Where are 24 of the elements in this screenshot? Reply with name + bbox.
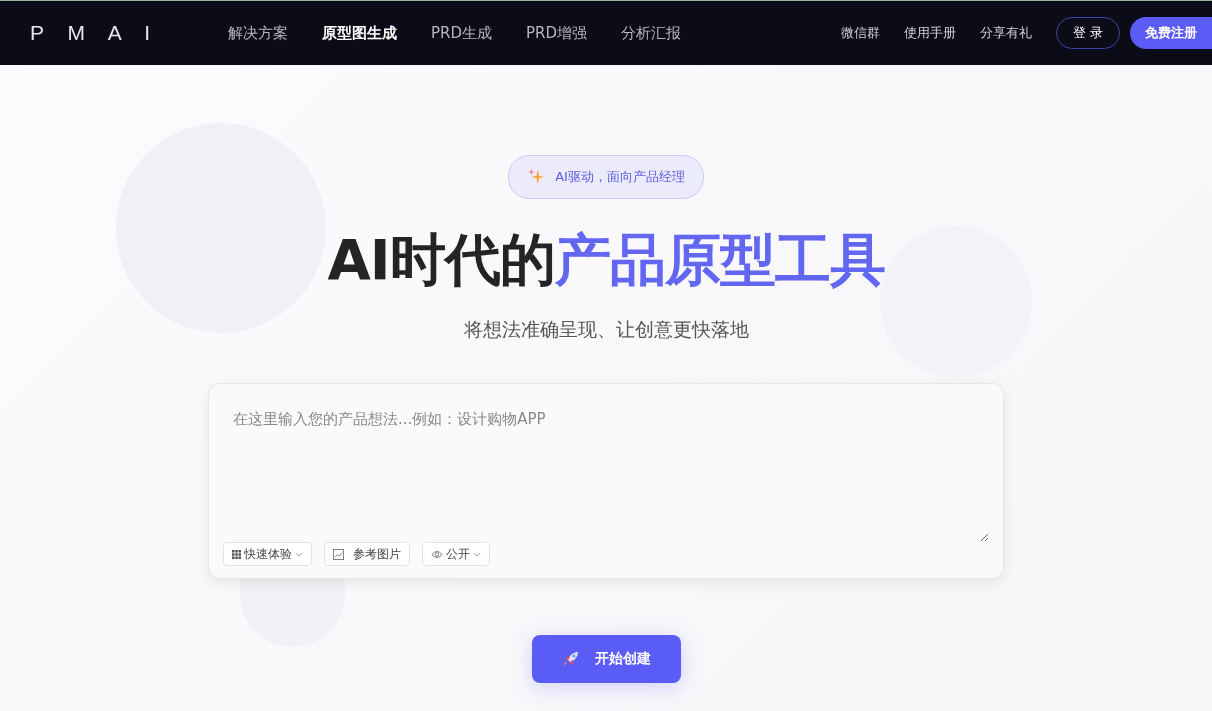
header-link[interactable]: 分享有礼 bbox=[980, 24, 1032, 42]
chevron-down-icon bbox=[295, 551, 303, 557]
start-create-button[interactable]: 开始创建 bbox=[531, 635, 681, 683]
badge-text: AI驱动，面向产品经理 bbox=[555, 168, 685, 186]
nav-link[interactable]: PRD生成 bbox=[431, 23, 493, 43]
grid-icon bbox=[232, 549, 241, 559]
register-button[interactable]: 免费注册 bbox=[1130, 17, 1212, 49]
image-icon bbox=[333, 548, 344, 560]
logo[interactable]: P M A I bbox=[30, 21, 200, 45]
reference-image-button[interactable]: 参考图片 bbox=[324, 542, 410, 566]
nav-link[interactable]: 解决方案 bbox=[228, 23, 288, 43]
nav-link[interactable]: 原型图生成 bbox=[322, 23, 397, 43]
dropdown-button[interactable]: 公开 bbox=[422, 542, 490, 566]
dropdown-button[interactable]: 快速体验 bbox=[223, 542, 312, 566]
nav-link[interactable]: PRD增强 bbox=[526, 23, 588, 43]
header-link[interactable]: 微信群 bbox=[841, 24, 880, 42]
chevron-down-icon bbox=[473, 551, 481, 557]
header-link[interactable]: 使用手册 bbox=[904, 24, 956, 42]
hero-subtitle: 将想法准确呈现、让创意更快落地 bbox=[463, 317, 749, 342]
eye-icon bbox=[431, 549, 443, 559]
nav-link[interactable]: 分析汇报 bbox=[621, 23, 682, 43]
hero-title: AI时代的产品原型工具 bbox=[327, 226, 885, 294]
rocket-icon bbox=[561, 649, 581, 669]
prompt-input-field[interactable]: 在这里输入您的产品想法...例如：设计购物APP 快速体验 参考图片 公开 bbox=[208, 383, 1004, 579]
